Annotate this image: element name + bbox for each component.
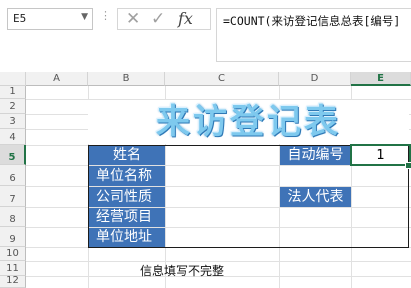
row-number: 8	[9, 214, 16, 225]
row-number: 7	[9, 194, 16, 205]
close-icon[interactable]: ✕	[126, 9, 140, 29]
row-number: 9	[9, 234, 16, 245]
active-cell-selection[interactable]	[350, 144, 411, 166]
sheet-title[interactable]: 来访登记表	[88, 100, 409, 144]
formula-input[interactable]: =COUNT(来访登记信息总表[编号]	[216, 8, 411, 62]
check-icon[interactable]: ✓	[151, 9, 165, 29]
column-header-c[interactable]: C	[165, 72, 279, 86]
row-header-11[interactable]: 11	[0, 261, 26, 276]
column-header-a[interactable]: A	[26, 72, 88, 86]
row-number: 11	[6, 263, 19, 274]
row-header-8[interactable]: 8	[0, 207, 26, 227]
row-number: 5	[8, 152, 16, 163]
name-box[interactable]: E5 ▼	[7, 8, 93, 30]
row-header-6[interactable]: 6	[0, 165, 26, 186]
fx-icon[interactable]: fx	[178, 9, 193, 28]
row-header-12[interactable]: 12	[0, 275, 26, 288]
chevron-down-icon[interactable]: ▼	[81, 12, 88, 22]
formula-text: =COUNT(来访登记信息总表[编号]	[223, 14, 401, 28]
row-number: 4	[9, 132, 16, 143]
row-header-7[interactable]: 7	[0, 186, 26, 207]
row-number: 12	[6, 275, 19, 286]
column-header-d[interactable]: D	[279, 72, 351, 86]
row-header-9[interactable]: 9	[0, 227, 26, 247]
row-number: 1	[9, 86, 16, 97]
row-number: 2	[9, 101, 16, 112]
fill-handle[interactable]	[405, 162, 411, 169]
select-all-corner[interactable]	[0, 72, 26, 86]
row-number: 6	[9, 173, 16, 184]
row-header-3[interactable]: 3	[0, 114, 26, 129]
formula-buttons: ✕ ✓ fx	[117, 8, 211, 30]
row-header-2[interactable]: 2	[0, 99, 26, 114]
validation-message[interactable]: 信息填写不完整	[140, 262, 224, 279]
row-number: 3	[9, 116, 16, 127]
row-header-4[interactable]: 4	[0, 129, 26, 145]
column-header-e[interactable]: E	[351, 72, 411, 86]
row-number: 10	[6, 248, 19, 259]
row-header-10[interactable]: 10	[0, 247, 26, 261]
formula-bar: E5 ▼ ⋮ ✕ ✓ fx =COUNT(来访登记信息总表[编号]	[0, 0, 411, 68]
row-header-1[interactable]: 1	[0, 86, 26, 99]
column-header-b[interactable]: B	[88, 72, 165, 86]
formula-bar-separator: ⋮	[100, 9, 111, 22]
row-header-5[interactable]: 5	[0, 145, 26, 165]
name-box-value: E5	[13, 12, 27, 25]
